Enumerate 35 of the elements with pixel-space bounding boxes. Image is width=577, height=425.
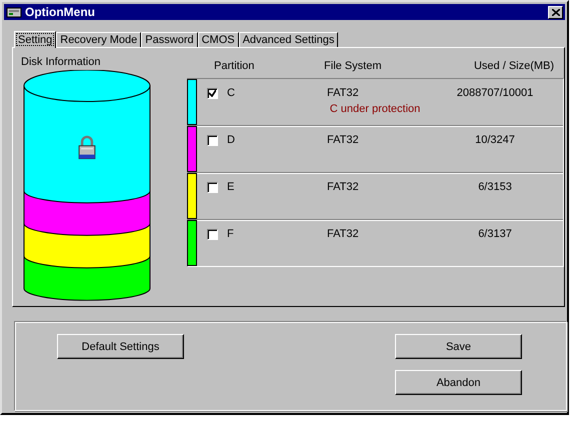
table-cell-text: FAT32 (327, 134, 360, 146)
action-button[interactable]: Save (395, 334, 522, 360)
tab[interactable]: CMOS (198, 32, 239, 48)
table-cell-text: 6/3153 (477, 181, 513, 194)
tab[interactable]: Password (141, 32, 198, 48)
table-cell-text: FAT32 (327, 87, 360, 100)
check-icon (209, 90, 216, 97)
checkbox[interactable] (207, 134, 218, 146)
table-cell-text: FAT32 (327, 228, 360, 240)
table-cell-text: E (227, 181, 236, 194)
action-button[interactable]: Default Settings (57, 334, 184, 360)
tab[interactable]: Recovery Mode (56, 32, 142, 48)
checkbox[interactable] (207, 182, 218, 193)
action-button[interactable]: Abandon (395, 370, 522, 396)
close-icon (552, 8, 560, 16)
status-text: C under protection (328, 103, 422, 116)
column-header: Used / Size(MB) (472, 60, 556, 72)
checkbox[interactable] (207, 88, 218, 99)
column-header: File System (324, 60, 382, 72)
table-cell-text: 6/3137 (477, 228, 513, 240)
app-icon (6, 5, 22, 20)
table-cell-text: 2088707/10001 (456, 87, 534, 100)
window-title: OptionMenu (25, 5, 96, 20)
table-cell-text: FAT32 (327, 181, 360, 194)
table-cell-text: F (227, 228, 235, 240)
checkbox[interactable] (207, 228, 218, 240)
tab[interactable]: Setting (14, 31, 56, 48)
section-label: Disk Information (21, 56, 102, 70)
padlock-icon (78, 136, 96, 160)
column-header: Partition (214, 60, 256, 72)
table-cell-text: D (227, 134, 236, 146)
table-cell-text: 10/3247 (474, 134, 516, 146)
table-cell-text: C (227, 87, 236, 100)
tab[interactable]: Advanced Settings (238, 32, 338, 48)
close-button[interactable] (548, 6, 563, 19)
